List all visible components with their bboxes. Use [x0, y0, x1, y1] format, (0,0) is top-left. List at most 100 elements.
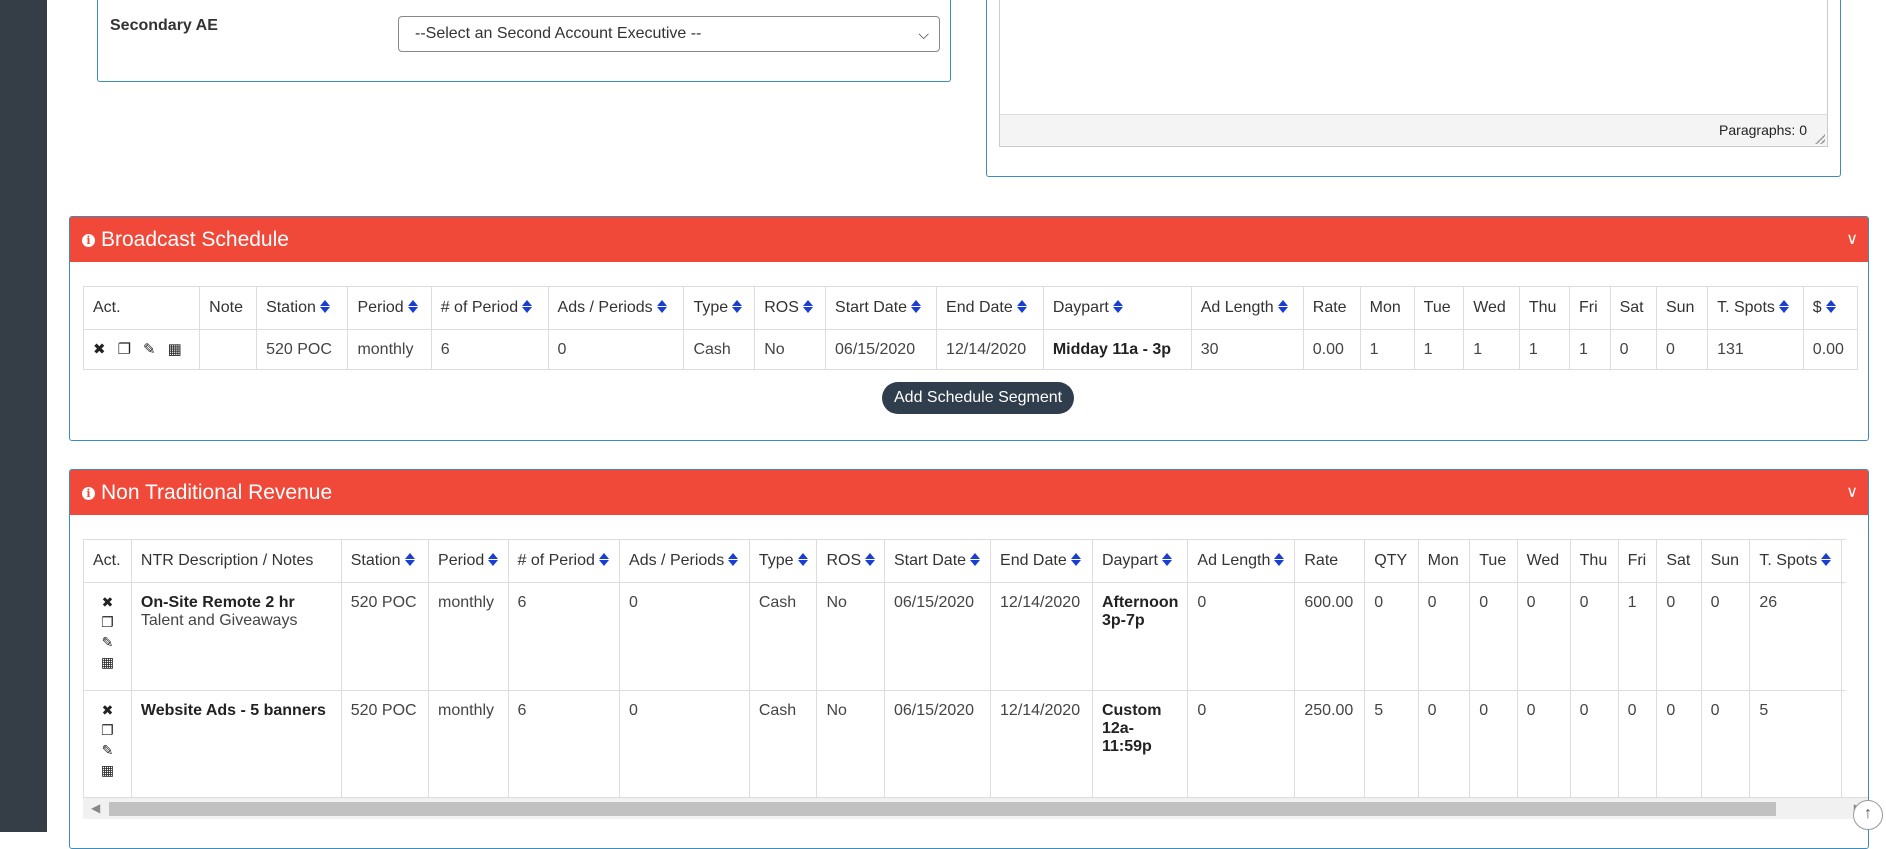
times-icon[interactable]: ✖ [93, 342, 106, 357]
t-spots-cell: 26 [1749, 582, 1842, 691]
sort-icon[interactable] [1162, 553, 1170, 566]
ad-length-cell: 0 [1187, 690, 1296, 797]
sort-icon[interactable] [522, 300, 530, 313]
column-header: NTR Description / Notes [130, 539, 342, 583]
column-header-sortable[interactable]: Station [256, 286, 349, 330]
column-header: Fri [1617, 539, 1658, 583]
type-cell: Cash [748, 582, 818, 691]
table-row: ✖ ❐ ✎ ▦ Website Ads - 5 banners 520 POC … [83, 690, 1846, 797]
times-icon[interactable]: ✖ [102, 703, 114, 717]
table-row: ✖ ❐ ✎ ▦ On-Site Remote 2 hr Talent and G… [83, 582, 1846, 691]
rich-text-editor[interactable]: Paragraphs: 0 [999, 0, 1828, 147]
edit-icon[interactable]: ✎ [102, 743, 114, 757]
thu-cell: 0 [1569, 690, 1619, 797]
arrow-up-icon[interactable]: ↑ [1853, 800, 1883, 830]
actions-cell: ✖ ❐ ✎ ▦ [82, 329, 201, 370]
editor-status-bar: Paragraphs: 0 [1000, 114, 1827, 146]
times-icon[interactable]: ✖ [102, 595, 114, 609]
ntr-header[interactable]: i Non Traditional Revenue ∨ [70, 470, 1868, 515]
column-header-sortable[interactable]: T. Spots [1707, 286, 1804, 330]
sort-icon[interactable] [1278, 300, 1286, 313]
column-header-sortable[interactable]: Station [340, 539, 430, 583]
column-header-sortable[interactable]: T. Spots [1749, 539, 1842, 583]
column-header-sortable[interactable]: Start Date [883, 539, 992, 583]
sort-icon[interactable] [1017, 300, 1025, 313]
info-icon: i [82, 234, 95, 247]
column-header: Fri [1569, 286, 1611, 330]
sort-icon[interactable] [728, 553, 736, 566]
start-date-cell: 06/15/2020 [825, 329, 938, 370]
calendar-icon[interactable]: ▦ [168, 342, 182, 357]
ads-periods-cell: 0 [619, 582, 750, 691]
edit-icon[interactable]: ✎ [102, 635, 114, 649]
ntr-table-scroll: Act. NTR Description / Notes Station Per… [83, 539, 1846, 797]
copy-icon[interactable]: ❐ [118, 342, 131, 357]
sort-icon[interactable] [1821, 553, 1829, 566]
column-header: Wed [1463, 286, 1520, 330]
column-header: Sat [1656, 539, 1702, 583]
resize-handle-icon[interactable] [1815, 134, 1825, 144]
sort-icon[interactable] [1274, 553, 1282, 566]
column-header-sortable[interactable]: Daypart [1042, 286, 1192, 330]
sort-icon[interactable] [911, 300, 919, 313]
chevron-down-icon[interactable]: ∨ [1846, 470, 1858, 515]
column-header-sortable[interactable]: # of Period [507, 539, 621, 583]
calendar-icon[interactable]: ▦ [101, 655, 114, 669]
ntr-description: On-Site Remote 2 hr [140, 594, 295, 611]
sort-icon[interactable] [970, 553, 978, 566]
copy-icon[interactable]: ❐ [101, 615, 114, 629]
dollars-cell: 0.00 [1802, 329, 1859, 370]
calendar-icon[interactable]: ▦ [101, 763, 114, 777]
sort-icon[interactable] [408, 300, 416, 313]
sort-icon[interactable] [865, 553, 873, 566]
secondary-ae-select[interactable]: --Select an Second Account Executive -- … [398, 16, 940, 52]
sort-icon[interactable] [803, 300, 811, 313]
add-schedule-segment-button[interactable]: Add Schedule Segment [882, 382, 1075, 414]
column-header-sortable[interactable]: Ads / Periods [547, 286, 685, 330]
column-header-sortable[interactable]: Ad Length [1187, 539, 1296, 583]
column-header-sortable[interactable]: Type [748, 539, 818, 583]
sort-icon[interactable] [732, 300, 740, 313]
column-header-sortable[interactable]: Period [428, 539, 509, 583]
copy-icon[interactable]: ❐ [101, 723, 114, 737]
sort-icon[interactable] [798, 553, 806, 566]
column-header-sortable[interactable]: $ [1802, 286, 1859, 330]
column-header-sortable[interactable]: Period [347, 286, 432, 330]
period-cell: monthly [347, 329, 432, 370]
sort-icon[interactable] [1071, 553, 1079, 566]
thu-cell: 1 [1518, 329, 1571, 370]
ros-cell: No [754, 329, 827, 370]
sat-cell: 0 [1609, 329, 1657, 370]
column-header-sortable[interactable]: Ads / Periods [619, 539, 750, 583]
sort-icon[interactable] [488, 553, 496, 566]
column-header-sortable[interactable]: Daypart [1091, 539, 1189, 583]
horizontal-scrollbar[interactable]: ◀ ▶ [83, 797, 1868, 819]
dollars-cell: 1: [1840, 690, 1846, 797]
column-header-sortable[interactable]: ROS [816, 539, 885, 583]
ads-periods-cell: 0 [619, 690, 750, 797]
chevron-down-icon: ⌵ [918, 26, 929, 42]
column-header-sortable[interactable]: Type [683, 286, 756, 330]
end-date-cell: 12/14/2020 [990, 690, 1093, 797]
sort-icon[interactable] [1113, 300, 1121, 313]
sort-icon[interactable] [599, 553, 607, 566]
column-header-sortable[interactable]: Start Date [825, 286, 938, 330]
column-header-sortable[interactable]: Ad Length [1190, 286, 1304, 330]
column-header-sortable[interactable]: End Date [990, 539, 1093, 583]
scrollbar-thumb[interactable] [109, 802, 1776, 816]
sort-icon[interactable] [320, 300, 328, 313]
sort-icon[interactable] [657, 300, 665, 313]
edit-icon[interactable]: ✎ [143, 342, 156, 357]
broadcast-schedule-header[interactable]: i Broadcast Schedule ∨ [70, 217, 1868, 262]
sort-icon[interactable] [405, 553, 413, 566]
column-header-sortable[interactable]: ROS [754, 286, 827, 330]
column-header-sortable[interactable]: End Date [936, 286, 1044, 330]
scroll-left-icon[interactable]: ◀ [91, 801, 100, 815]
sort-icon[interactable] [1779, 300, 1787, 313]
sort-icon[interactable] [1826, 300, 1834, 313]
chevron-down-icon[interactable]: ∨ [1846, 217, 1858, 262]
column-header-sortable[interactable]: # of Period [430, 286, 549, 330]
tue-cell: 0 [1469, 582, 1518, 691]
column-header-sortable[interactable]: $ [1840, 539, 1846, 583]
column-header: Rate [1294, 539, 1366, 583]
